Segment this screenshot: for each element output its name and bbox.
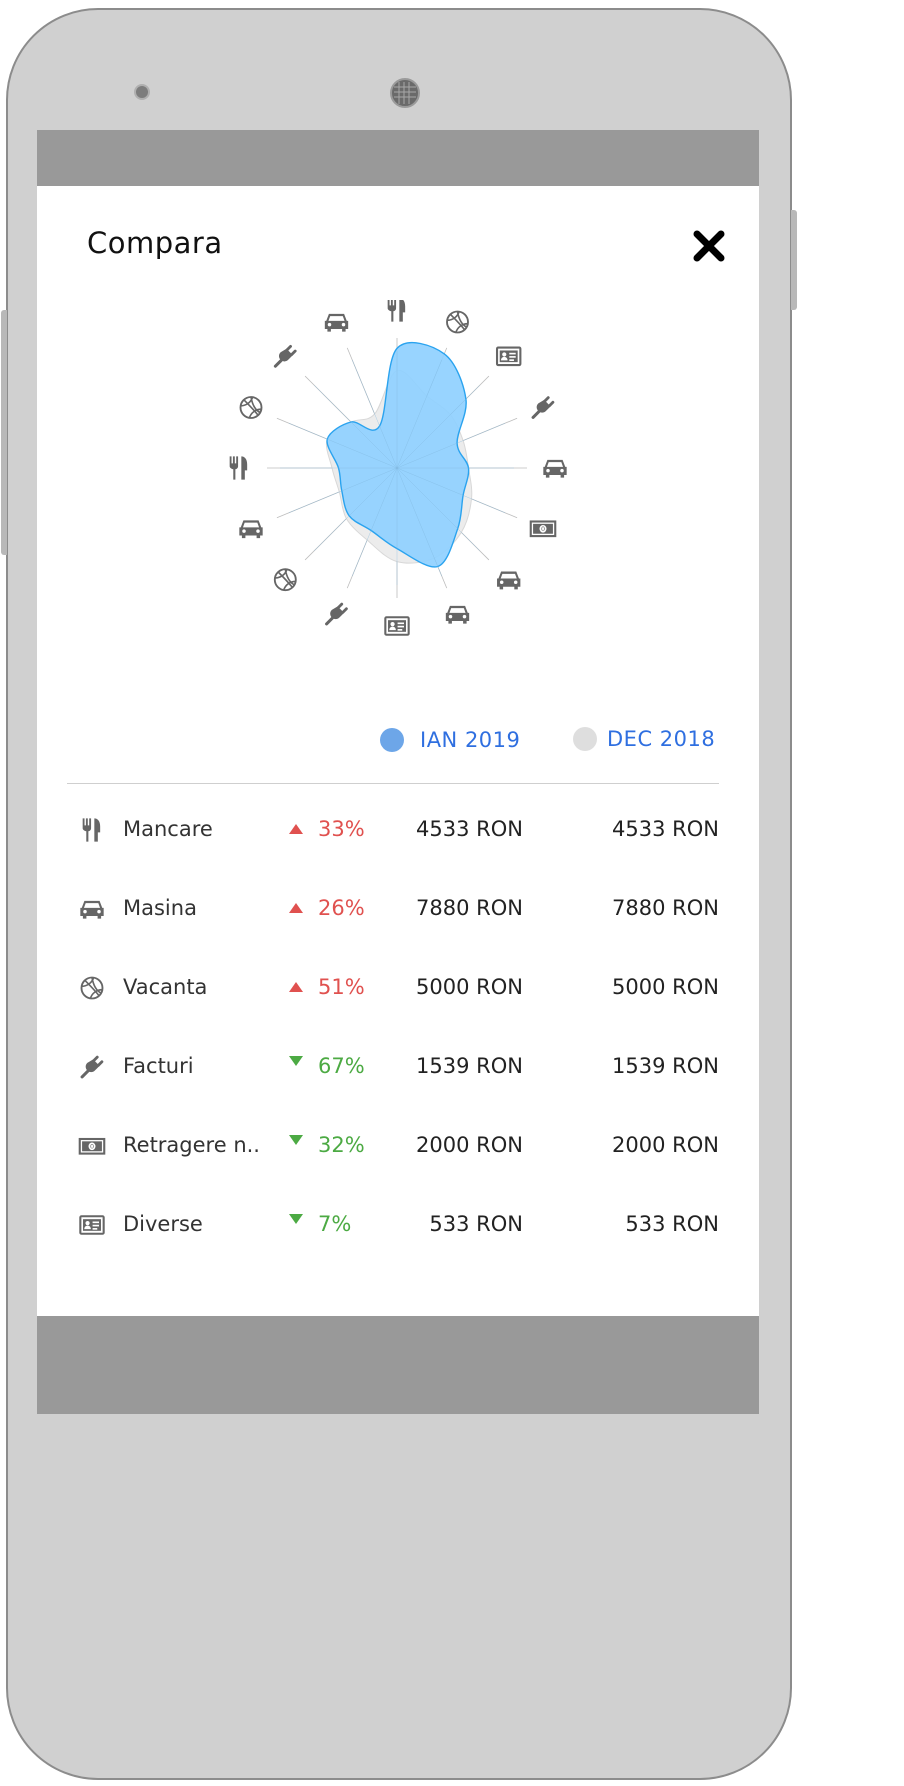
plug-icon [325, 602, 348, 626]
table-row[interactable]: Diverse 7% 533 RON 533 RON [37, 1200, 759, 1250]
plug-icon [77, 1053, 107, 1081]
arrow-up-icon [289, 903, 303, 913]
row-previous-value: 4533 RON [612, 817, 719, 841]
row-previous-value: 2000 RON [612, 1133, 719, 1157]
legend-label-current: IAN 2019 [420, 728, 521, 752]
arrow-down-icon [289, 1214, 303, 1224]
row-previous-value: 7880 RON [612, 896, 719, 920]
power-button [791, 210, 797, 310]
row-current-value: 1539 RON [416, 1054, 523, 1078]
close-icon [693, 230, 725, 262]
plug-icon [531, 396, 555, 419]
money-icon [529, 520, 557, 538]
row-current-value: 5000 RON [416, 975, 523, 999]
row-current-value: 533 RON [429, 1212, 523, 1236]
camera-icon [390, 78, 420, 108]
radar-series-current [326, 341, 470, 568]
money-icon [77, 1132, 107, 1160]
cutlery-icon [387, 298, 406, 322]
car-icon [239, 520, 263, 539]
row-previous-value: 533 RON [625, 1212, 719, 1236]
id-card-icon [495, 346, 522, 367]
gift-icon [273, 567, 297, 592]
divider [67, 783, 719, 784]
row-label: Facturi [123, 1054, 194, 1078]
legend-dot-previous [573, 727, 597, 751]
arrow-up-icon [289, 982, 303, 992]
row-label: Diverse [123, 1212, 203, 1236]
row-percent: 33% [318, 817, 365, 841]
table-row[interactable]: Vacanta 51% 5000 RON 5000 RON [37, 963, 759, 1013]
row-label: Vacanta [123, 975, 208, 999]
row-percent: 67% [318, 1054, 365, 1078]
row-percent: 32% [318, 1133, 365, 1157]
plug-icon [273, 344, 297, 368]
gift-icon [77, 974, 107, 1002]
row-label: Mancare [123, 817, 213, 841]
legend-dot-current [380, 728, 404, 752]
arrow-down-icon [289, 1135, 303, 1145]
arrow-down-icon [289, 1056, 303, 1066]
gift-icon [239, 395, 263, 420]
id-card-icon [384, 616, 410, 636]
legend-label-previous: DEC 2018 [607, 727, 716, 751]
table-row[interactable]: Facturi 67% 1539 RON 1539 RON [37, 1042, 759, 1092]
row-current-value: 4533 RON [416, 817, 523, 841]
arrow-up-icon [289, 824, 303, 834]
phone-sensor [134, 84, 150, 100]
page-title: Compara [87, 226, 223, 260]
row-percent: 7% [318, 1212, 352, 1236]
legend-ian-2019[interactable]: IAN 2019 [380, 728, 520, 752]
row-current-value: 2000 RON [416, 1133, 523, 1157]
car-icon [543, 459, 567, 478]
cutlery-icon [229, 456, 248, 480]
table-row[interactable]: Masina 26% 7880 RON 7880 RON [37, 884, 759, 934]
row-previous-value: 1539 RON [612, 1054, 719, 1078]
radar-chart [217, 298, 577, 640]
car-icon [77, 895, 107, 923]
table-row[interactable]: Retragere n.. 32% 2000 RON 2000 RON [37, 1121, 759, 1171]
row-label: Retragere n.. [123, 1133, 260, 1157]
status-bar [37, 130, 759, 186]
volume-button [1, 310, 7, 555]
phone-screen: Compara IAN 2019 DEC 2018 Mancare 33% 4533… [37, 130, 759, 1414]
car-icon [445, 605, 470, 624]
cutlery-icon [77, 816, 107, 844]
gift-icon [446, 310, 469, 334]
row-current-value: 7880 RON [416, 896, 523, 920]
navigation-bar [37, 1316, 759, 1414]
car-icon [324, 313, 349, 332]
row-label: Masina [123, 896, 197, 920]
row-percent: 51% [318, 975, 365, 999]
legend-dec-2018[interactable]: DEC 2018 [573, 727, 715, 751]
row-percent: 26% [318, 896, 365, 920]
car-icon [497, 571, 521, 590]
table-row[interactable]: Mancare 33% 4533 RON 4533 RON [37, 805, 759, 855]
close-button[interactable] [691, 228, 727, 264]
id-card-icon [77, 1211, 107, 1239]
row-previous-value: 5000 RON [612, 975, 719, 999]
